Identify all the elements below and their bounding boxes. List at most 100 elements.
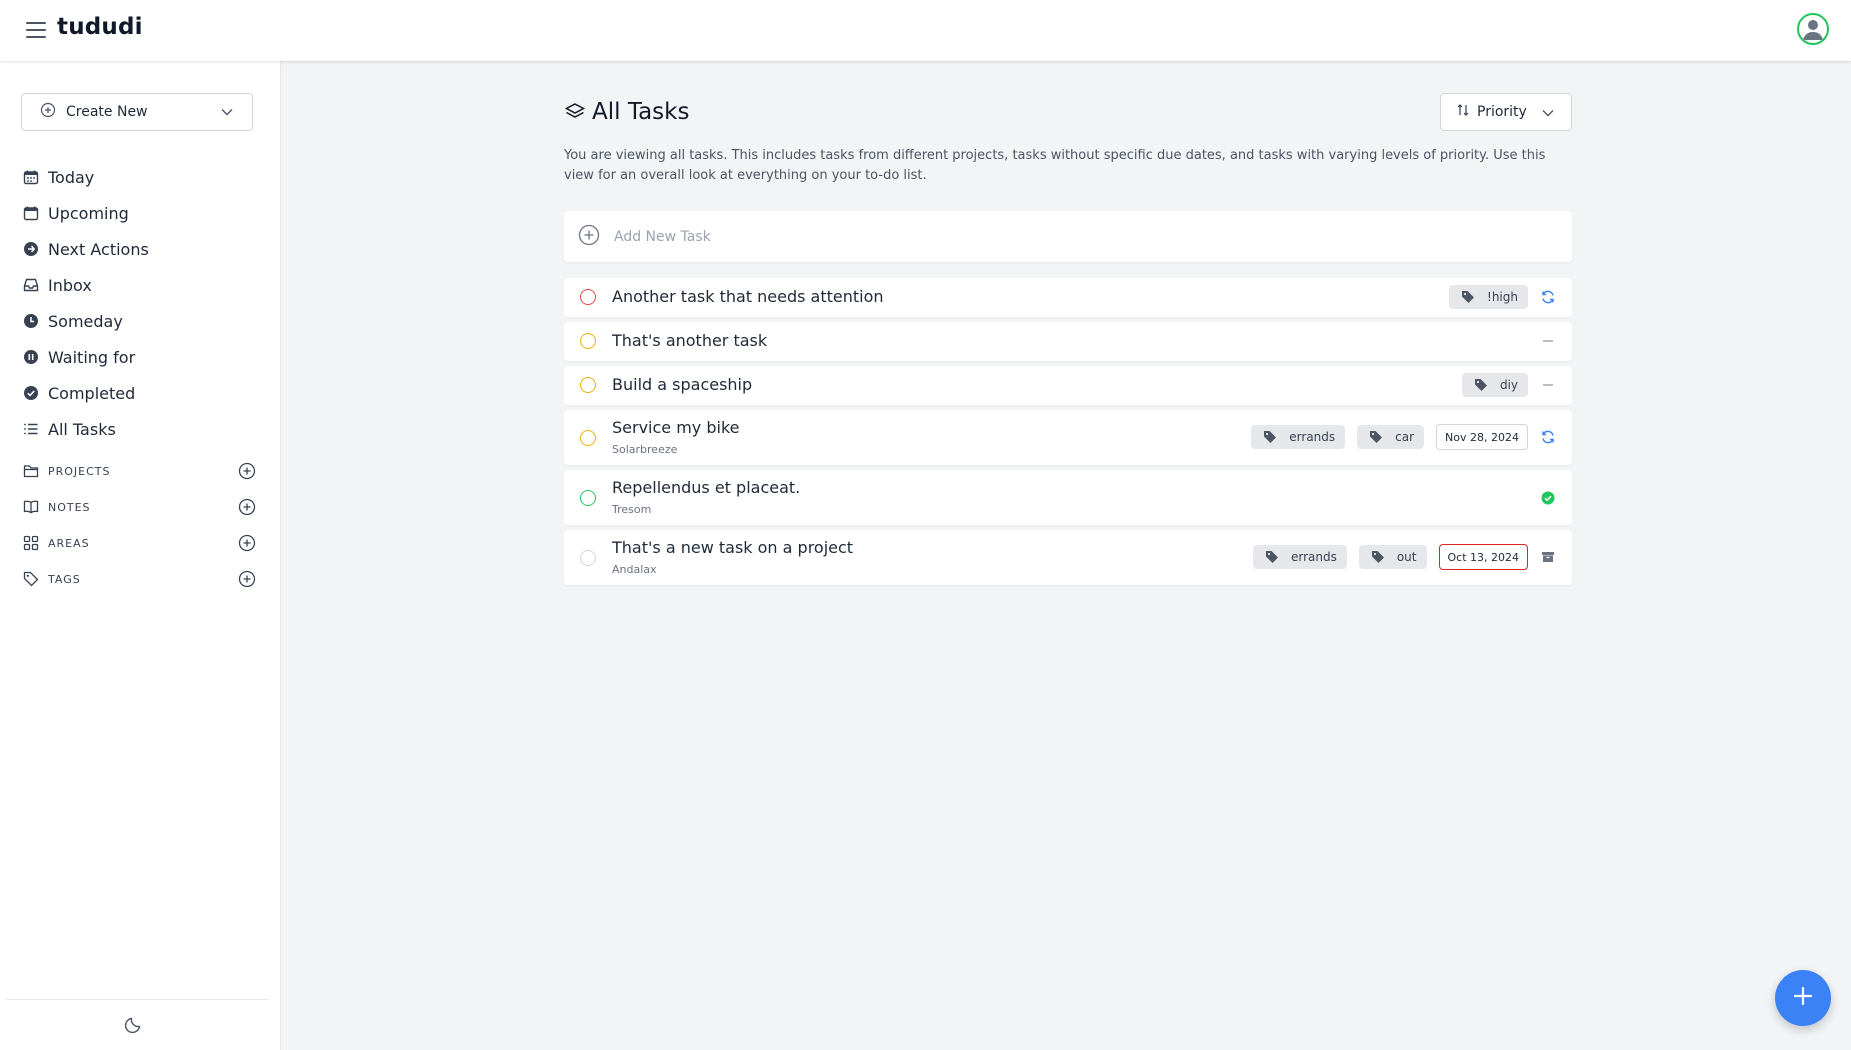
tag-icon [1369, 430, 1383, 444]
tag-icon [1265, 550, 1279, 564]
task-row[interactable]: Repellendus et placeat. Tresom [564, 470, 1572, 525]
tag-badge[interactable]: errands [1252, 545, 1347, 569]
done-check-icon [1540, 490, 1556, 506]
sidebar-section-tags[interactable]: TAGS [22, 561, 256, 597]
task-row[interactable]: Build a spaceship diy [564, 366, 1572, 405]
calendar-icon [22, 168, 40, 186]
sort-label: Priority [1477, 104, 1527, 120]
task-row[interactable]: That's a new task on a project Andalax e… [564, 530, 1572, 585]
sidebar-item-label: Waiting for [48, 347, 136, 367]
task-checkbox[interactable] [580, 333, 596, 349]
task-checkbox[interactable] [580, 289, 596, 305]
menu-icon[interactable] [26, 22, 46, 38]
task-checkbox[interactable] [580, 377, 596, 393]
app-title[interactable]: tududi [57, 14, 143, 40]
sidebar-item-label: Completed [48, 383, 136, 403]
sidebar-section-notes[interactable]: NOTES [22, 489, 256, 525]
task-name: Service my bike [612, 418, 740, 437]
tag-label: errands [1289, 430, 1336, 444]
add-project-icon[interactable] [238, 462, 256, 483]
sidebar-item-today[interactable]: Today [22, 159, 149, 195]
add-task-bar[interactable] [564, 211, 1572, 262]
sidebar-item-someday[interactable]: Someday [22, 303, 149, 339]
due-date-badge[interactable]: Nov 28, 2024 [1436, 424, 1528, 450]
create-new-button[interactable]: Create New [21, 93, 253, 131]
tag-badge[interactable]: car [1357, 425, 1425, 449]
task-project[interactable]: Solarbreeze [612, 443, 677, 456]
add-area-icon[interactable] [238, 534, 256, 555]
sort-dropdown[interactable]: Priority [1440, 93, 1572, 131]
tag-badge[interactable]: diy [1461, 373, 1528, 397]
sidebar-item-inbox[interactable]: Inbox [22, 267, 149, 303]
due-date-badge-overdue[interactable]: Oct 13, 2024 [1438, 544, 1528, 570]
task-row[interactable]: Service my bike Solarbreeze errands car … [564, 410, 1572, 465]
add-task-input[interactable] [614, 228, 1514, 245]
sidebar-nav: Today Upcoming Next Actions Inbox Someda… [22, 159, 149, 447]
sort-icon [1457, 103, 1469, 121]
section-label: PROJECTS [48, 464, 111, 478]
page-title: All Tasks [564, 99, 689, 125]
chevron-down-icon [1541, 106, 1555, 124]
tag-badge[interactable]: !high [1449, 285, 1528, 309]
task-name: That's another task [612, 331, 768, 350]
not-started-icon [1540, 333, 1556, 349]
tag-label: !high [1487, 290, 1518, 304]
not-started-icon [1540, 377, 1556, 393]
user-avatar-icon[interactable] [1797, 13, 1829, 45]
section-label: NOTES [48, 500, 91, 514]
plus-icon [1792, 985, 1814, 1011]
tag-badge[interactable]: out [1358, 545, 1427, 569]
task-project[interactable]: Tresom [612, 503, 651, 516]
layers-icon [564, 101, 586, 123]
chevron-down-icon [220, 105, 234, 123]
sidebar-item-all-tasks[interactable]: All Tasks [22, 411, 149, 447]
sidebar-section-areas[interactable]: AREAS [22, 525, 256, 561]
task-checkbox[interactable] [580, 550, 596, 566]
task-checkbox[interactable] [580, 490, 596, 506]
page-description: You are viewing all tasks. This includes… [564, 148, 1546, 183]
calendar-icon [22, 204, 40, 222]
sidebar-item-completed[interactable]: Completed [22, 375, 149, 411]
recurring-icon [1540, 429, 1556, 445]
tag-badge[interactable]: errands [1251, 425, 1346, 449]
task-name: Another task that needs attention [612, 287, 884, 306]
sidebar-item-next-actions[interactable]: Next Actions [22, 231, 149, 267]
tag-icon [1263, 430, 1277, 444]
task-row[interactable]: Another task that needs attention !high [564, 278, 1572, 317]
tag-label: diy [1499, 378, 1518, 392]
arrow-circle-icon [22, 240, 40, 258]
task-project[interactable]: Andalax [612, 563, 657, 576]
sidebar-footer [6, 999, 269, 1050]
add-note-icon[interactable] [238, 498, 256, 519]
plus-circle-icon[interactable] [578, 224, 600, 250]
moon-icon[interactable] [124, 1014, 144, 1038]
sidebar-item-label: Upcoming [48, 203, 129, 223]
task-name: Repellendus et placeat. [612, 478, 801, 497]
top-bar: tududi [0, 0, 1851, 61]
folder-icon [22, 462, 40, 480]
tag-icon [1371, 550, 1385, 564]
sidebar-item-label: Someday [48, 311, 123, 331]
section-label: TAGS [48, 572, 81, 586]
book-icon [22, 498, 40, 516]
page-title-text: All Tasks [592, 99, 690, 125]
add-tag-icon[interactable] [238, 570, 256, 591]
task-name: Build a spaceship [612, 375, 753, 394]
sidebar-sections: PROJECTS NOTES AREAS TAGS [22, 453, 256, 597]
inbox-icon [22, 276, 40, 294]
add-fab-button[interactable] [1775, 970, 1831, 1026]
sidebar-item-waiting-for[interactable]: Waiting for [22, 339, 149, 375]
sidebar-item-label: Next Actions [48, 239, 149, 259]
sidebar-section-projects[interactable]: PROJECTS [22, 453, 256, 489]
archive-icon [1540, 549, 1556, 565]
sidebar-item-upcoming[interactable]: Upcoming [22, 195, 149, 231]
grid-icon [22, 534, 40, 552]
clock-icon [22, 312, 40, 330]
tag-label: car [1395, 430, 1415, 444]
sidebar-item-label: All Tasks [48, 419, 116, 439]
list-icon [22, 420, 40, 438]
page-header: All Tasks Priority [564, 93, 1572, 131]
task-row[interactable]: That's another task [564, 322, 1572, 361]
section-label: AREAS [48, 536, 90, 550]
task-checkbox[interactable] [580, 430, 596, 446]
